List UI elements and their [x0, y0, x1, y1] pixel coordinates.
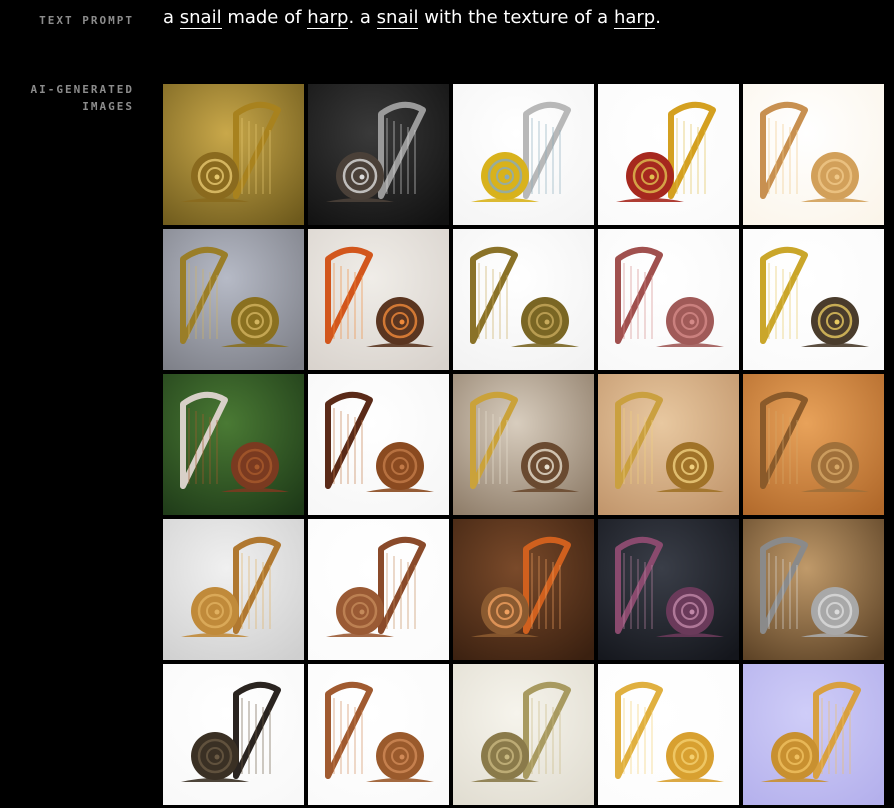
generated-image[interactable]: [743, 519, 884, 660]
prompt-link-snail[interactable]: snail: [376, 7, 419, 29]
generated-image[interactable]: [743, 84, 884, 225]
generated-image[interactable]: [598, 84, 739, 225]
prompt-link-harp[interactable]: harp: [307, 7, 349, 29]
prompt-link-snail[interactable]: snail: [179, 7, 222, 29]
prompt-part: . a: [348, 7, 377, 28]
generated-image[interactable]: [598, 229, 739, 370]
prompt-part: .: [655, 7, 661, 28]
generated-image[interactable]: [453, 519, 594, 660]
generated-image[interactable]: [308, 664, 449, 805]
prompt-part: a: [163, 7, 180, 28]
generated-image[interactable]: [308, 84, 449, 225]
generated-image[interactable]: [163, 664, 304, 805]
generated-image[interactable]: [163, 229, 304, 370]
generated-image[interactable]: [453, 664, 594, 805]
generated-images-grid: [163, 84, 884, 805]
generated-image[interactable]: [308, 519, 449, 660]
generated-image[interactable]: [743, 374, 884, 515]
generated-image[interactable]: [453, 374, 594, 515]
generated-image[interactable]: [163, 84, 304, 225]
text-prompt-label: TEXT PROMPT: [39, 14, 134, 27]
generated-image[interactable]: [308, 374, 449, 515]
ai-generated-images-label: AI-GENERATED IMAGES: [0, 81, 134, 115]
generated-image[interactable]: [598, 519, 739, 660]
prompt-part: with the texture of a: [418, 7, 614, 28]
prompt-text: a snail made of harp. a snail with the t…: [163, 5, 661, 31]
ai-generated-label-line1: AI-GENERATED: [30, 83, 134, 96]
generated-image[interactable]: [163, 374, 304, 515]
generated-image[interactable]: [308, 229, 449, 370]
prompt-part: made of: [221, 7, 308, 28]
generated-image[interactable]: [453, 84, 594, 225]
ai-generated-label-line2: IMAGES: [82, 100, 134, 113]
generated-image[interactable]: [598, 664, 739, 805]
generated-image[interactable]: [743, 664, 884, 805]
generated-image[interactable]: [163, 519, 304, 660]
prompt-link-harp[interactable]: harp: [613, 7, 656, 29]
generated-image[interactable]: [743, 229, 884, 370]
generated-image[interactable]: [598, 374, 739, 515]
generated-image[interactable]: [453, 229, 594, 370]
